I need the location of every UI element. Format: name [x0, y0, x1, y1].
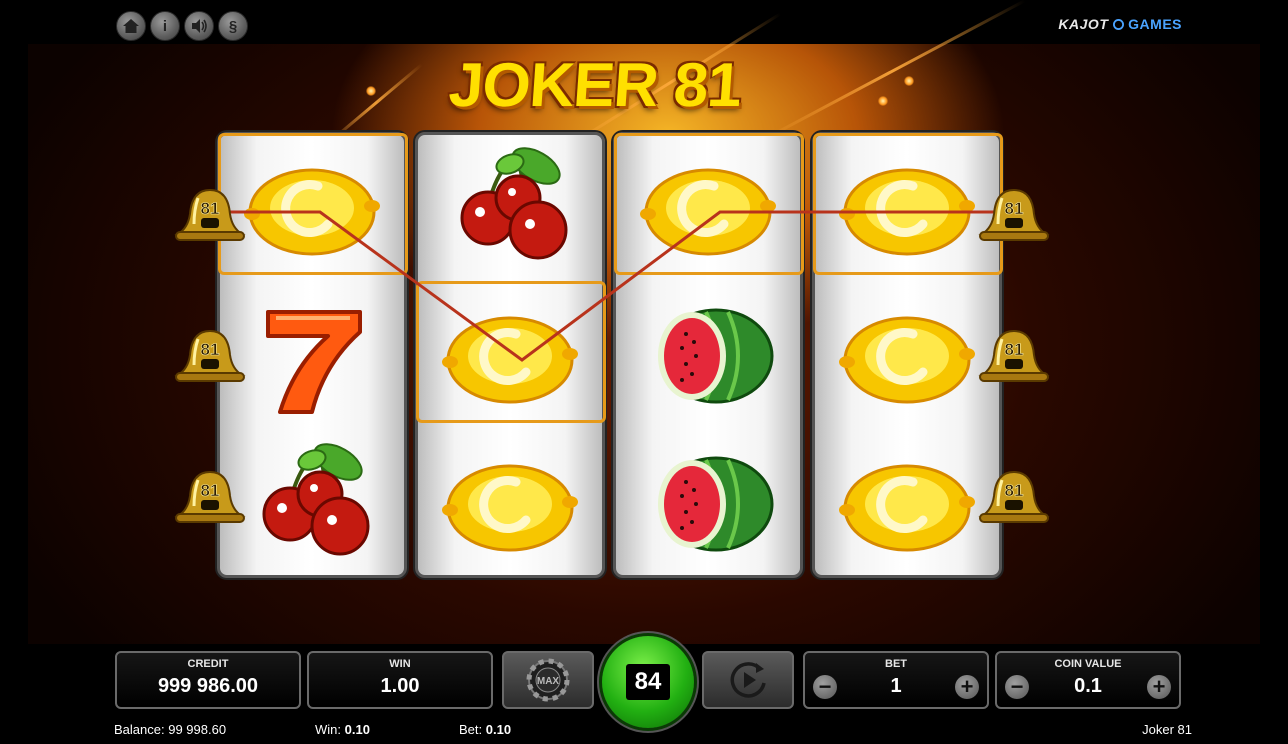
credit-value: 999 986.00	[157, 675, 259, 697]
watermelon-symbol	[658, 308, 774, 404]
spark	[366, 86, 376, 96]
bet-status: Bet: 0.10	[459, 722, 511, 737]
win-status-label: Win:	[315, 722, 341, 737]
max-label: MAX	[537, 676, 560, 687]
spin-button[interactable]: 84	[602, 636, 694, 728]
bet-label: BET	[885, 658, 907, 670]
spark	[878, 96, 888, 106]
win-status-value: 0.10	[344, 722, 370, 737]
kajot-games-logo: KAJOT GAMES	[1058, 16, 1182, 32]
bell-icon: 81	[978, 329, 1050, 382]
win-value: 1.00	[380, 675, 420, 697]
bell-label: 81	[1005, 340, 1024, 359]
logo-kajot: KAJOT	[1058, 16, 1109, 32]
cherries-symbol	[460, 147, 568, 260]
coin-value-label: COIN VALUE	[1054, 658, 1122, 670]
spark	[904, 76, 914, 86]
bell-icon: 81	[174, 188, 246, 241]
paragraph-icon[interactable]: §	[218, 11, 248, 41]
logo-games: GAMES	[1128, 16, 1182, 32]
game-screen: i § KAJOT GAMES JOKER 81 81 81 81 81 81 81 CR…	[0, 0, 1288, 744]
max-bet-button[interactable]: MAX	[502, 651, 594, 709]
lemon-symbol	[839, 464, 975, 552]
info-icon[interactable]: i	[150, 11, 180, 41]
lemon-symbol	[839, 316, 975, 404]
sound-icon[interactable]	[184, 11, 214, 41]
logo-dot-icon	[1112, 19, 1124, 30]
lemon-symbol	[442, 464, 578, 552]
winning-cell-highlight	[416, 281, 606, 423]
bet-plus-button[interactable]: +	[955, 675, 979, 699]
spin-counter: 84	[626, 664, 670, 700]
coin-minus-button[interactable]: −	[1005, 675, 1029, 699]
credit-panel: CREDIT 999 986.00	[115, 651, 301, 709]
win-panel: WIN 1.00	[307, 651, 493, 709]
bet-panel: BET 1 − +	[803, 651, 989, 709]
game-name: Joker 81	[1142, 722, 1192, 737]
winning-cell-highlight	[813, 133, 1003, 275]
paragraph-glyph: §	[228, 17, 238, 35]
watermelon-symbol	[658, 456, 774, 552]
bell-label: 81	[1005, 199, 1024, 218]
win-label: WIN	[389, 658, 411, 670]
bell-icon: 81	[978, 470, 1050, 523]
bell-icon: 81	[174, 470, 246, 523]
coin-plus-button[interactable]: +	[1147, 675, 1171, 699]
bell-icon: 81	[978, 188, 1050, 241]
coin-value-panel: COIN VALUE 0.1 − +	[995, 651, 1181, 709]
bell-label: 81	[201, 340, 220, 359]
bet-status-label: Bet:	[459, 722, 483, 737]
bell-label: 81	[201, 199, 220, 218]
bell-label: 81	[1005, 481, 1024, 500]
win-status: Win: 0.10	[315, 722, 370, 737]
balance-status: Balance: 99 998.60	[114, 722, 226, 737]
winning-cell-highlight	[614, 133, 804, 275]
bell-icon: 81	[174, 329, 246, 382]
game-title: JOKER 81	[446, 51, 744, 120]
info-glyph: i	[162, 17, 168, 35]
credit-label: CREDIT	[187, 658, 229, 670]
autoplay-icon	[730, 662, 766, 698]
home-icon[interactable]	[116, 11, 146, 41]
balance-value: 99 998.60	[168, 722, 227, 737]
bet-minus-button[interactable]: −	[813, 675, 837, 699]
balance-label: Balance:	[114, 722, 165, 737]
bell-label: 81	[201, 481, 220, 500]
autoplay-button[interactable]	[702, 651, 794, 709]
chip-icon: MAX	[526, 658, 570, 702]
bet-status-value: 0.10	[485, 722, 512, 737]
